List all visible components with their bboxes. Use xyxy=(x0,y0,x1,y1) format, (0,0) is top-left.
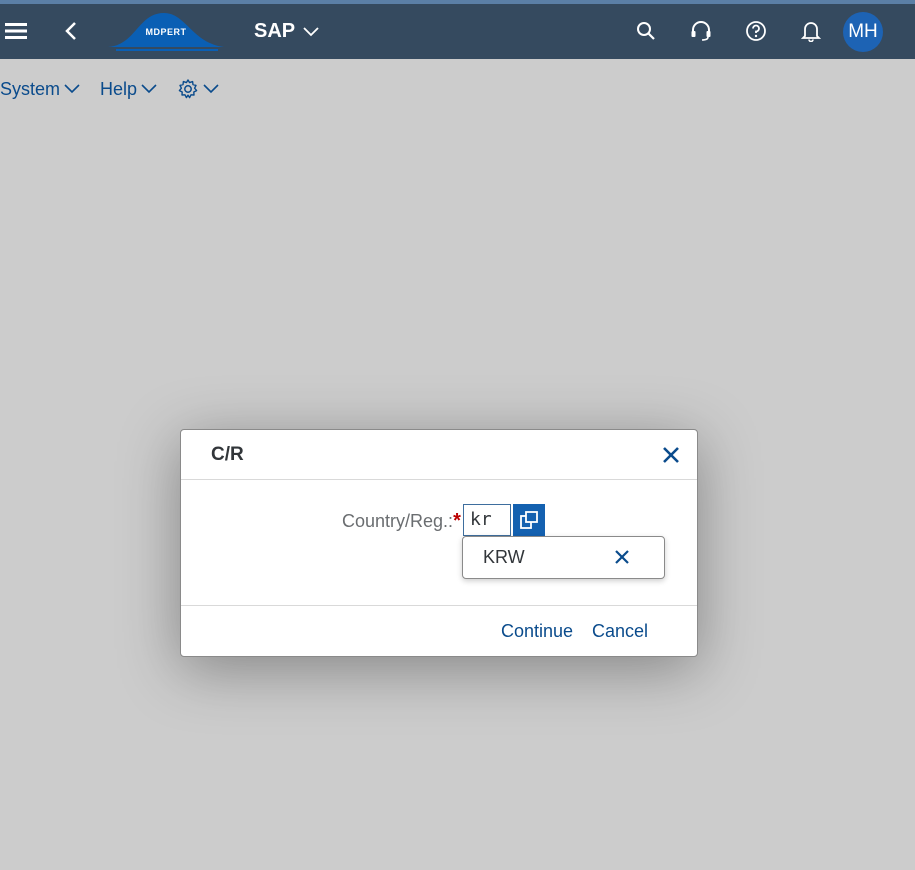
value-help-button[interactable] xyxy=(513,504,545,536)
back-arrow-icon[interactable] xyxy=(58,16,84,46)
dialog-title: C/R xyxy=(211,444,244,465)
suggestion-popup: KRW xyxy=(462,536,665,579)
cr-dialog: C/R Country/Reg.:* kr KRW Continue Cance… xyxy=(180,429,698,657)
hamburger-icon[interactable] xyxy=(2,16,30,46)
chevron-down-icon xyxy=(64,84,80,94)
user-avatar[interactable]: MH xyxy=(843,12,883,52)
search-icon[interactable] xyxy=(632,16,660,46)
menu-system[interactable]: System xyxy=(0,79,80,100)
dialog-footer: Continue Cancel xyxy=(181,605,697,656)
menu-help[interactable]: Help xyxy=(100,79,157,100)
avatar-initials: MH xyxy=(848,21,878,42)
close-icon[interactable] xyxy=(660,444,682,466)
company-logo[interactable]: MDPERT xyxy=(106,9,226,55)
app-title: SAP xyxy=(254,20,296,42)
chevron-down-icon xyxy=(141,84,157,94)
suggestion-item[interactable]: KRW xyxy=(483,547,525,568)
chevron-down-icon xyxy=(203,84,219,94)
menu-system-label: System xyxy=(0,78,61,99)
menu-settings[interactable] xyxy=(177,78,219,100)
country-reg-label-text: Country/Reg.: xyxy=(342,511,454,531)
headset-icon[interactable] xyxy=(687,16,715,46)
required-marker: * xyxy=(453,510,461,532)
value-help-icon xyxy=(520,511,538,529)
menu-bar: System Help xyxy=(0,75,239,103)
app-title-menu[interactable]: SAP xyxy=(254,4,319,59)
shell-bar: MDPERT SAP MH xyxy=(0,4,915,59)
chevron-down-icon xyxy=(303,26,319,36)
country-reg-input[interactable]: kr xyxy=(461,502,513,538)
menu-help-label: Help xyxy=(100,78,138,99)
help-icon[interactable] xyxy=(742,16,770,46)
dialog-header: C/R xyxy=(181,430,697,480)
gear-icon xyxy=(178,79,198,99)
logo-text: MDPERT xyxy=(145,27,187,37)
close-icon[interactable] xyxy=(612,547,632,567)
continue-button[interactable]: Continue xyxy=(501,621,573,642)
country-reg-label: Country/Reg.:* xyxy=(342,510,461,533)
cancel-button[interactable]: Cancel xyxy=(592,621,648,642)
bell-icon[interactable] xyxy=(797,16,825,46)
